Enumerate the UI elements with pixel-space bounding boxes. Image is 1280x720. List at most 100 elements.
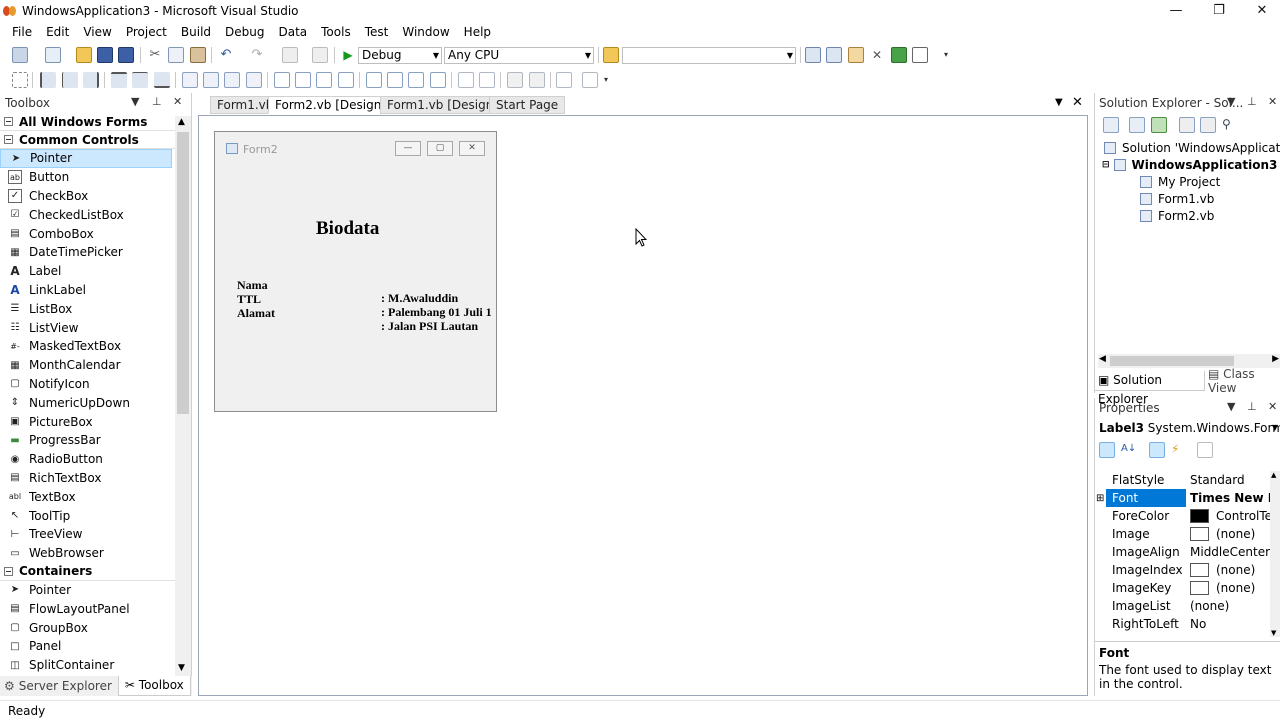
chevron-down-icon[interactable]: ▼ xyxy=(1227,400,1235,413)
project-node[interactable]: ⊟ WindowsApplication3 xyxy=(1102,156,1277,173)
make-same-size-icon[interactable] xyxy=(224,72,240,88)
toolbox-item-listbox[interactable]: ☰ ListBox xyxy=(0,299,172,318)
view-designer-icon[interactable] xyxy=(1200,117,1216,133)
property-value-cell[interactable]: ControlTex xyxy=(1190,509,1272,523)
save-all-icon[interactable] xyxy=(118,47,134,63)
form2-client-area[interactable]: Biodata Nama TTL Alamat : M.Awaluddin : … xyxy=(221,162,491,406)
pin-icon[interactable]: ⊥ xyxy=(1247,400,1257,413)
toolbox-item-webbrowser[interactable]: ▭ WebBrowser xyxy=(0,544,172,563)
property-row[interactable]: ImageList (none) xyxy=(1094,597,1270,615)
decrease-vertical-spacing-icon[interactable] xyxy=(408,72,424,88)
object-browser-icon[interactable] xyxy=(848,47,864,63)
lock-controls-icon[interactable] xyxy=(582,72,598,88)
form2-titlebar[interactable]: Form2 — ▢ ✕ xyxy=(215,132,496,162)
solution-item-my-project[interactable]: My Project xyxy=(1140,173,1220,190)
scroll-up-icon[interactable]: ▲ xyxy=(1271,471,1276,479)
toolbox-item-maskedtextbox[interactable]: #- MaskedTextBox xyxy=(0,337,172,356)
center-horizontally-icon[interactable] xyxy=(458,72,474,88)
property-value[interactable]: Standard xyxy=(1190,473,1272,487)
solution-node[interactable]: Solution 'WindowsApplication3 xyxy=(1104,139,1280,156)
toolbox-item-radiobutton[interactable]: ◉ RadioButton xyxy=(0,450,172,469)
menu-data[interactable]: Data xyxy=(271,25,314,39)
toolbox-item-panel[interactable]: □ Panel xyxy=(0,637,172,656)
label-biodata[interactable]: Biodata xyxy=(316,218,379,240)
alphabetical-icon[interactable]: A↓ xyxy=(1121,442,1137,458)
toolbox-item-listview[interactable]: ☷ ListView xyxy=(0,318,172,337)
remove-horizontal-spacing-icon[interactable] xyxy=(338,72,354,88)
property-value[interactable]: Times New Rs S xyxy=(1190,491,1272,505)
toolbox-scrollbar-thumb[interactable] xyxy=(177,132,189,414)
properties-icon[interactable] xyxy=(1103,117,1119,133)
menu-help[interactable]: Help xyxy=(457,25,498,39)
align-middles-icon[interactable] xyxy=(132,72,148,88)
redo-icon[interactable]: ↷ xyxy=(249,47,265,63)
paste-icon[interactable] xyxy=(190,47,206,63)
close-icon[interactable]: ✕ xyxy=(1268,400,1277,413)
form2-window[interactable]: Form2 — ▢ ✕ Biodata Nama TTL Alamat : M.… xyxy=(214,131,497,412)
toolbox-item-notifyicon[interactable]: ▢ NotifyIcon xyxy=(0,375,172,394)
tab-class-view[interactable]: ▤ Class View xyxy=(1205,367,1280,395)
align-rights-icon[interactable] xyxy=(83,72,99,88)
tab-order-icon[interactable] xyxy=(556,72,572,88)
make-same-width-icon[interactable] xyxy=(182,72,198,88)
horizontal-spacing-equal-icon[interactable] xyxy=(274,72,290,88)
pin-icon[interactable]: ⊥ xyxy=(1247,95,1257,108)
label-nama-value[interactable]: : M.Awaluddin xyxy=(381,291,491,306)
toolbox-item-picturebox[interactable]: ▣ PictureBox xyxy=(0,412,172,431)
toolbox-item-monthcalendar[interactable]: ▦ MonthCalendar xyxy=(0,356,172,375)
new-project-icon[interactable] xyxy=(12,47,28,63)
scroll-left-icon[interactable]: ◀ xyxy=(1099,354,1106,364)
open-file-icon[interactable] xyxy=(76,47,92,63)
solution-platform-dropdown[interactable]: Any CPU ▼ xyxy=(444,47,594,64)
property-value-cell[interactable]: (none) xyxy=(1190,581,1272,595)
start-page-icon[interactable] xyxy=(891,47,907,63)
decrease-horizontal-spacing-icon[interactable] xyxy=(316,72,332,88)
label-alamat[interactable]: Alamat xyxy=(237,306,275,321)
vertical-spacing-equal-icon[interactable] xyxy=(366,72,382,88)
property-row[interactable]: RightToLeft No xyxy=(1094,615,1270,633)
property-pages-icon[interactable] xyxy=(1197,442,1213,458)
pin-icon[interactable]: ⊥ xyxy=(152,95,162,108)
close-document-icon[interactable]: ✕ xyxy=(1072,95,1083,110)
cut-icon[interactable]: ✂ xyxy=(147,47,163,63)
navigate-backward-icon[interactable] xyxy=(282,47,298,63)
start-debugging-icon[interactable]: ▶ xyxy=(340,47,356,63)
properties-window-icon[interactable] xyxy=(826,47,842,63)
properties-scrollbar[interactable]: ▲ ▼ xyxy=(1270,471,1280,637)
label-nama[interactable]: Nama xyxy=(237,278,268,293)
properties-view-icon[interactable] xyxy=(1149,442,1165,458)
toolbox-item-combobox[interactable]: ▤ ComboBox xyxy=(0,224,172,243)
menu-project[interactable]: Project xyxy=(119,25,174,39)
refresh-icon[interactable] xyxy=(1151,117,1167,133)
property-value-cell[interactable]: (none) xyxy=(1190,527,1272,541)
menu-tools[interactable]: Tools xyxy=(314,25,358,39)
toolbox-window-icon[interactable]: ✕ xyxy=(869,47,885,63)
align-bottoms-icon[interactable] xyxy=(154,72,170,88)
view-class-diagram-icon[interactable]: ⚲ xyxy=(1222,117,1238,133)
tab-list-chevron-icon[interactable]: ▼ xyxy=(1055,97,1063,108)
property-row-font[interactable]: ⊞Font Times New Rs S xyxy=(1094,489,1272,507)
property-row[interactable]: ImageKey (none) xyxy=(1094,579,1270,597)
toolbar-options-icon[interactable]: ▾ xyxy=(944,47,954,63)
scroll-down-icon[interactable]: ▼ xyxy=(1271,629,1276,637)
align-lefts-icon[interactable] xyxy=(40,72,56,88)
label-ttl-value[interactable]: : Palembang 01 Juli 1 xyxy=(381,305,491,320)
toolbox-item-label[interactable]: A Label xyxy=(0,262,172,281)
make-same-height-icon[interactable] xyxy=(203,72,219,88)
chevron-down-icon[interactable]: ▼ xyxy=(131,95,139,108)
toolbox-item-checkedlistbox[interactable]: ☑ CheckedListBox xyxy=(0,205,172,224)
toolbox-item-groupbox[interactable]: ▢ GroupBox xyxy=(0,618,172,637)
menu-window[interactable]: Window xyxy=(395,25,456,39)
find-in-files-icon[interactable] xyxy=(603,47,619,63)
toolbox-item-pointer[interactable]: ➤ Pointer xyxy=(0,149,172,168)
close-button[interactable]: ✕ xyxy=(1240,0,1280,20)
toolbox-item-datetimepicker[interactable]: ▦ DateTimePicker xyxy=(0,243,172,262)
menu-view[interactable]: View xyxy=(76,25,118,39)
menu-test[interactable]: Test xyxy=(358,25,396,39)
property-value[interactable]: MiddleCenter xyxy=(1190,545,1272,559)
close-icon[interactable]: ✕ xyxy=(173,95,182,108)
toolbox-item-splitcontainer[interactable]: ◫ SplitContainer xyxy=(0,656,172,675)
align-to-grid-icon[interactable] xyxy=(12,72,28,88)
solution-explorer-hscroll-thumb[interactable] xyxy=(1110,356,1234,366)
bring-to-front-icon[interactable] xyxy=(507,72,523,88)
